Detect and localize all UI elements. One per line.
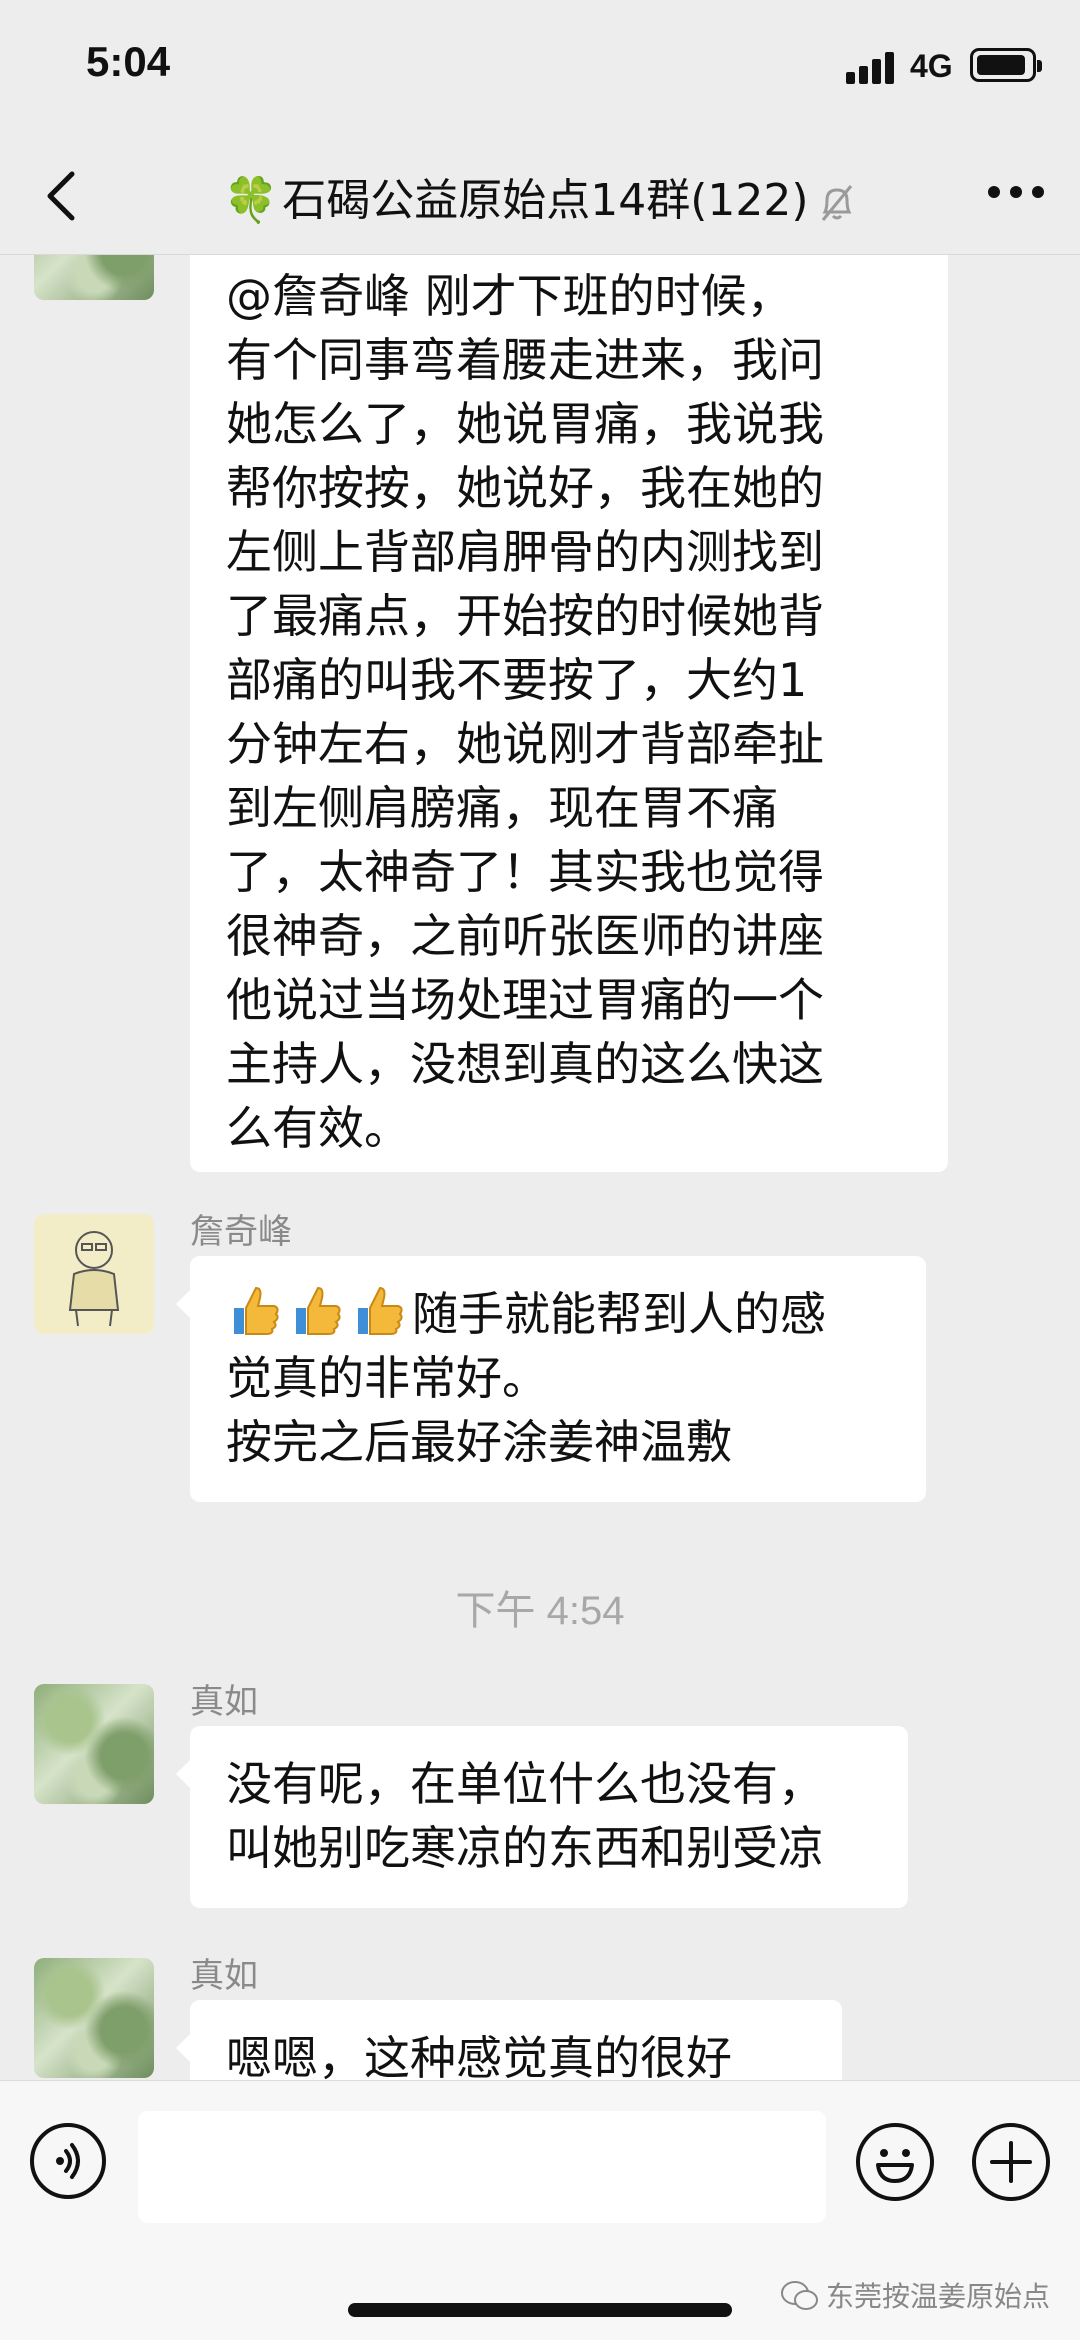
message-bubble[interactable]: 没有呢，在单位什么也没有， 叫她别吃寒凉的东西和别受凉	[176, 1726, 908, 1908]
message-bubble[interactable]: @詹奇峰 刚才下班的时候， 有个同事弯着腰走进来，我问 她怎么了，她说胃痛，我说…	[190, 254, 948, 1172]
chat-header: 🍀石碣公益原始点14群(122)	[0, 140, 1080, 255]
emoji-icon	[876, 2149, 914, 2183]
watermark: 东莞按温姜原始点	[780, 2275, 1050, 2315]
avatar-sketch-icon	[68, 1231, 120, 1327]
network-label: 4G	[910, 48, 953, 84]
voice-icon	[56, 2143, 80, 2179]
sender-name: 詹奇峰	[190, 1212, 292, 1252]
group-name: 石碣公益原始点14群(122)	[282, 175, 809, 226]
status-time: 5:04	[86, 38, 171, 85]
clover-emoji: 🍀	[223, 175, 279, 226]
avatar[interactable]	[34, 1958, 154, 2078]
plus-icon	[990, 2141, 1032, 2183]
time-separator: 下午 4:54	[455, 1589, 625, 1633]
avatar[interactable]	[34, 1214, 154, 1334]
thumbs-up-icon	[234, 1286, 279, 1335]
input-bar: 东莞按温姜原始点	[0, 2080, 1080, 2340]
message-input[interactable]	[138, 2111, 826, 2223]
status-bar: 5:04 4G	[0, 0, 1080, 140]
signal-icon	[846, 50, 900, 84]
message-text-line1: 随手就能帮到人的感	[412, 1287, 826, 1341]
avatar[interactable]	[34, 1684, 154, 1804]
home-indicator[interactable]	[348, 2303, 732, 2317]
message-text-rest: 觉真的非常好。 按完之后最好涂姜神温敷	[226, 1351, 732, 1469]
message-list[interactable]: @詹奇峰 刚才下班的时候， 有个同事弯着腰走进来，我问 她怎么了，她说胃痛，我说…	[0, 254, 1080, 2080]
emoji-button[interactable]	[856, 2123, 934, 2201]
more-icon[interactable]	[988, 186, 1044, 200]
thumbs-up-icon	[358, 1286, 403, 1335]
battery-icon	[970, 48, 1042, 82]
watermark-text: 东莞按温姜原始点	[825, 2280, 1050, 2313]
sender-name: 真如	[190, 1682, 258, 1722]
sender-name: 真如	[190, 1956, 258, 1996]
avatar[interactable]	[34, 254, 154, 300]
mute-bell-icon	[821, 185, 852, 221]
wechat-icon	[780, 2281, 818, 2310]
plus-button[interactable]	[972, 2123, 1050, 2201]
message-bubble[interactable]: 随手就能帮到人的感 觉真的非常好。 按完之后最好涂姜神温敷	[176, 1256, 926, 1502]
thumbs-up-row	[226, 1282, 412, 1346]
message-bubble[interactable]: 嗯嗯，这种感觉真的很好	[176, 2000, 842, 2080]
voice-button[interactable]	[30, 2123, 106, 2199]
chat-title: 🍀石碣公益原始点14群(122)	[0, 164, 1080, 228]
thumbs-up-icon	[296, 1286, 341, 1335]
